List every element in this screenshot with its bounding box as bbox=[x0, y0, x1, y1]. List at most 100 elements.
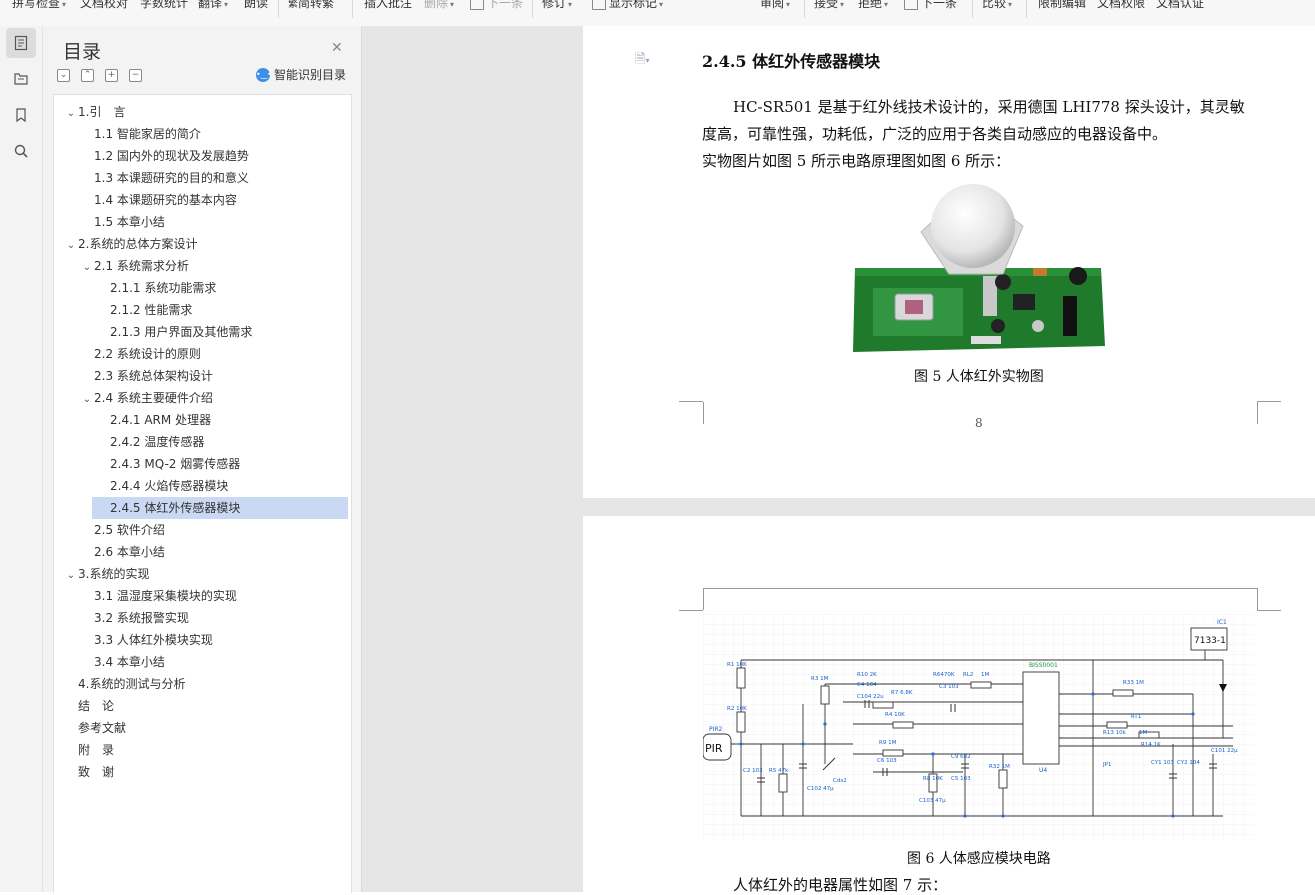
toc-item[interactable]: 3.3 人体红外模块实现 bbox=[54, 629, 213, 651]
toc-item-label: 致 谢 bbox=[78, 765, 115, 779]
toc-item[interactable]: ⌄ 1.引 言 bbox=[54, 101, 126, 125]
restrict-edit-button[interactable]: 限制编辑 bbox=[1038, 0, 1086, 11]
schematic-label: R13 10k bbox=[1103, 730, 1127, 736]
crop-mark bbox=[679, 401, 703, 402]
toc-list: ⌄ 1.引 言 1.1 智能家居的简介 1.2 国内外的现状及发展趋势 1.3 本课题研… bbox=[53, 94, 352, 893]
delete-comment-button[interactable]: 删除 ▾ bbox=[424, 0, 454, 11]
toc-item[interactable]: 2.4.1 ARM 处理器 bbox=[54, 409, 211, 431]
toc-item[interactable]: 2.3 系统总体架构设计 bbox=[54, 365, 213, 387]
simp-trad-button[interactable]: 繁简转繁 bbox=[288, 0, 334, 11]
spell-check-button[interactable]: 拼写检查 ▾ bbox=[12, 0, 66, 11]
pir-circuit-schematic: IC1 7133-1 BISS0001 U4 PIR PIR2 R1 10K R2… bbox=[703, 614, 1253, 840]
schematic-label: BISS0001 bbox=[1029, 662, 1058, 669]
chevron-down-icon[interactable]: ⌄ bbox=[80, 389, 94, 411]
read-aloud-button[interactable]: 朗读 bbox=[244, 0, 268, 11]
review-toolbar: 拼写检查 ▾ 文档校对 字数统计 翻译 ▾ 朗读 繁简转繁 插入批注 删除 ▾ 下一条… bbox=[0, 0, 1315, 27]
toc-item-label: 2.4.5 体红外传感器模块 bbox=[110, 501, 241, 515]
toc-item[interactable]: ⌄ 2.系统的总体方案设计 bbox=[54, 233, 198, 257]
insert-comment-button[interactable]: 插入批注 bbox=[364, 0, 412, 11]
chevron-down-icon[interactable]: ⌄ bbox=[64, 103, 78, 125]
next-comment-button[interactable]: 下一条 bbox=[470, 0, 523, 11]
toc-item[interactable]: 参考文献 bbox=[54, 717, 126, 739]
accept-label: 接受 bbox=[814, 0, 839, 10]
toc-item-label: 参考文献 bbox=[78, 721, 127, 735]
schematic-label: R33 1M bbox=[1123, 680, 1144, 686]
toc-item[interactable]: 1.2 国内外的现状及发展趋势 bbox=[54, 145, 249, 167]
toc-item[interactable]: ⌄ 2.1 系统需求分析 bbox=[54, 255, 189, 277]
toc-item[interactable]: 1.3 本课题研究的目的和意义 bbox=[54, 167, 249, 189]
remove-heading-icon[interactable]: − bbox=[129, 69, 142, 82]
chevron-down-icon: ▾ bbox=[884, 0, 889, 9]
toc-item-label: 2.4.1 ARM 处理器 bbox=[110, 413, 212, 427]
toc-item[interactable]: 1.5 本章小结 bbox=[54, 211, 165, 233]
figure-caption: 图 5 人体红外实物图 bbox=[914, 369, 1044, 385]
reject-button[interactable]: 拒绝 ▾ bbox=[858, 0, 888, 11]
accept-button[interactable]: 接受 ▾ bbox=[814, 0, 844, 11]
chevron-down-icon: ▾ bbox=[840, 0, 845, 9]
schematic-label: 1M bbox=[1139, 730, 1147, 736]
toc-item[interactable]: 结 论 bbox=[54, 695, 114, 717]
toc-item[interactable]: 2.6 本章小结 bbox=[54, 541, 165, 563]
document-outline-icon bbox=[14, 35, 28, 51]
expand-all-icon[interactable]: ⌃ bbox=[81, 69, 94, 82]
search-rail-button[interactable] bbox=[6, 136, 36, 166]
chevron-down-icon[interactable]: ⌄ bbox=[80, 257, 94, 279]
header-line bbox=[703, 588, 1257, 589]
toc-item-label: 2.6 本章小结 bbox=[94, 545, 165, 559]
compare-label: 比较 bbox=[982, 0, 1007, 10]
doc-proof-button[interactable]: 文档校对 bbox=[80, 0, 128, 11]
smart-recognize-icon: •‿• bbox=[256, 67, 272, 82]
doc-auth-button[interactable]: 文档认证 bbox=[1156, 0, 1204, 11]
toc-item[interactable]: 1.1 智能家居的简介 bbox=[54, 123, 201, 145]
chevron-down-icon: ▾ bbox=[450, 0, 455, 9]
toc-item[interactable]: 4.系统的测试与分析 bbox=[54, 673, 185, 695]
smart-toc-label: 智能识别目录 bbox=[274, 68, 347, 82]
toc-item[interactable]: ⌄ 3.系统的实现 bbox=[54, 563, 150, 587]
toc-item-label: 3.2 系统报警实现 bbox=[94, 611, 189, 625]
next-change-label: 下一条 bbox=[921, 0, 958, 10]
doc-rights-button[interactable]: 文档权限 bbox=[1097, 0, 1145, 11]
toc-item[interactable]: 2.2 系统设计的原则 bbox=[54, 343, 201, 365]
toc-item[interactable]: ⌄ 2.4 系统主要硬件介绍 bbox=[54, 387, 213, 409]
add-heading-icon[interactable]: + bbox=[105, 69, 118, 82]
toc-item[interactable]: 2.4.4 火焰传感器模块 bbox=[54, 475, 228, 497]
paragraph-line: 实物图片如图 5 所示电路原理图如图 6 所示： bbox=[702, 152, 1011, 170]
chevron-down-icon[interactable]: ⌄ bbox=[64, 565, 78, 587]
track-changes-button[interactable]: 修订 ▾ bbox=[542, 0, 572, 11]
toc-item[interactable]: 2.1.2 性能需求 bbox=[54, 299, 192, 321]
chevron-down-icon[interactable]: ⌄ bbox=[64, 235, 78, 257]
word-count-button[interactable]: 字数统计 bbox=[140, 0, 188, 11]
paragraph-menu-icon[interactable]: 🗎▾ bbox=[635, 50, 649, 72]
toc-item-label: 1.引 言 bbox=[78, 105, 126, 119]
toc-item-label: 2.1.3 用户界面及其他需求 bbox=[110, 325, 253, 339]
toc-item[interactable]: 3.1 温湿度采集模块的实现 bbox=[54, 585, 237, 607]
toc-item[interactable]: 3.2 系统报警实现 bbox=[54, 607, 189, 629]
sections-rail-button[interactable] bbox=[6, 64, 36, 94]
toc-item[interactable]: 2.1.1 系统功能需求 bbox=[54, 277, 216, 299]
toc-item[interactable]: 2.4.3 MQ-2 烟雾传感器 bbox=[54, 453, 240, 475]
toc-item-label: 2.2 系统设计的原则 bbox=[94, 347, 201, 361]
review-pane-button[interactable]: 审阅 ▾ bbox=[760, 0, 790, 11]
toc-item[interactable]: 2.1.3 用户界面及其他需求 bbox=[54, 321, 252, 343]
translate-button[interactable]: 翻译 ▾ bbox=[198, 0, 228, 11]
next-change-button[interactable]: 下一条 bbox=[904, 0, 957, 11]
toc-rail-button[interactable] bbox=[6, 28, 36, 58]
schematic-label: R14 1K bbox=[1141, 742, 1161, 748]
collapse-all-icon[interactable]: ⌄ bbox=[57, 69, 70, 82]
close-icon[interactable]: ✕ bbox=[331, 40, 343, 56]
schematic-label: CY1 103 bbox=[1151, 760, 1174, 766]
toc-item[interactable]: 致 谢 bbox=[54, 761, 114, 783]
toc-item[interactable]: 2.4.5 体红外传感器模块 bbox=[92, 497, 348, 519]
pir-sensor-photo bbox=[853, 184, 1105, 352]
toc-item[interactable]: 3.4 本章小结 bbox=[54, 651, 165, 673]
compare-button[interactable]: 比较 ▾ bbox=[982, 0, 1012, 11]
toc-item[interactable]: 1.4 本课题研究的基本内容 bbox=[54, 189, 237, 211]
bookmark-rail-button[interactable] bbox=[6, 100, 36, 130]
toc-item[interactable]: 附 录 bbox=[54, 739, 114, 761]
toc-item[interactable]: 2.5 软件介绍 bbox=[54, 519, 165, 541]
smart-toc-button[interactable]: •‿• 智能识别目录 bbox=[256, 66, 346, 83]
show-markup-button[interactable]: 显示标记 ▾ bbox=[592, 0, 663, 11]
toc-item-label: 2.3 系统总体架构设计 bbox=[94, 369, 213, 383]
toc-item[interactable]: 2.4.2 温度传感器 bbox=[54, 431, 204, 453]
schematic-label: R32 1M bbox=[989, 764, 1010, 770]
